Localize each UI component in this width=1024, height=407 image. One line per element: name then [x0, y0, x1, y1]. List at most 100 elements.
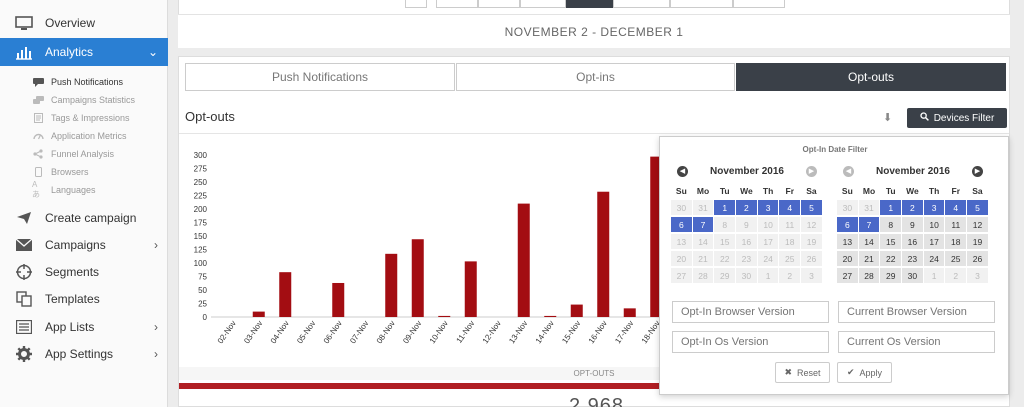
sidebar-item-segments[interactable]: Segments	[0, 259, 168, 285]
calendar-day[interactable]: 1	[880, 200, 903, 216]
chart-bar[interactable]	[570, 304, 583, 317]
subitem-campaigns-statistics[interactable]: Campaigns Statistics	[32, 91, 135, 109]
calendar-day[interactable]: 1	[714, 200, 737, 216]
chart-bar[interactable]	[438, 315, 451, 317]
calendar-day[interactable]: 9	[736, 217, 758, 233]
tab-push-notifications[interactable]: Push Notifications	[185, 63, 455, 91]
calendar-day[interactable]: 8	[714, 217, 737, 233]
calendar-day[interactable]: 2	[902, 200, 924, 216]
calendar-day[interactable]: 11	[945, 217, 968, 233]
calendar-day[interactable]: 20	[671, 251, 693, 267]
calendar-day[interactable]: 3	[923, 200, 946, 216]
devices-filter-button[interactable]: Devices Filter	[907, 108, 1007, 128]
calendar-day[interactable]: 10	[757, 217, 780, 233]
calendar-day[interactable]: 3	[757, 200, 780, 216]
range-button[interactable]	[613, 0, 670, 8]
range-button[interactable]	[436, 0, 478, 8]
calendar-day[interactable]: 21	[858, 251, 881, 267]
calendar-day[interactable]: 28	[858, 268, 881, 284]
chart-bar[interactable]	[597, 191, 610, 317]
download-icon[interactable]: ⬇	[883, 111, 892, 124]
chart-bar[interactable]	[332, 282, 345, 317]
calendar-day[interactable]: 24	[757, 251, 780, 267]
tab-opt-outs[interactable]: Opt-outs	[736, 63, 1006, 91]
subitem-application-metrics[interactable]: Application Metrics	[32, 127, 127, 145]
calendar-day[interactable]: 2	[945, 268, 968, 284]
next-month-icon[interactable]: ▶	[806, 166, 817, 177]
calendar-day[interactable]: 22	[880, 251, 903, 267]
calendar-day[interactable]: 17	[757, 234, 780, 250]
calendar-day[interactable]: 28	[692, 268, 715, 284]
calendar-day[interactable]: 27	[837, 268, 859, 284]
calendar-day[interactable]: 10	[923, 217, 946, 233]
current-os-version-input[interactable]	[838, 331, 995, 353]
sidebar-item-campaigns[interactable]: Campaigns ›	[0, 232, 168, 258]
calendar-day[interactable]: 29	[880, 268, 903, 284]
chart-bar[interactable]	[252, 311, 265, 317]
calendar-day[interactable]: 31	[692, 200, 715, 216]
calendar-day[interactable]: 23	[736, 251, 758, 267]
calendar-day[interactable]: 13	[671, 234, 693, 250]
calendar-day[interactable]: 26	[801, 251, 823, 267]
calendar-day[interactable]: 2	[736, 200, 758, 216]
range-button[interactable]	[733, 0, 785, 8]
optin-os-version-input[interactable]	[672, 331, 829, 353]
chart-bar[interactable]	[623, 308, 636, 317]
calendar-day[interactable]: 4	[779, 200, 802, 216]
calendar-day[interactable]: 25	[779, 251, 802, 267]
calendar-day[interactable]: 8	[880, 217, 903, 233]
calendar-day[interactable]: 1	[923, 268, 946, 284]
prev-month-icon[interactable]: ◀	[677, 166, 688, 177]
calendar-day[interactable]: 31	[858, 200, 881, 216]
optin-browser-version-input[interactable]	[672, 301, 829, 323]
current-browser-version-input[interactable]	[838, 301, 995, 323]
chart-bar[interactable]	[411, 239, 424, 317]
calendar-day[interactable]: 15	[880, 234, 903, 250]
calendar-day[interactable]: 26	[967, 251, 989, 267]
calendar-day[interactable]: 9	[902, 217, 924, 233]
calendar-day[interactable]: 30	[736, 268, 758, 284]
calendar-day[interactable]: 20	[837, 251, 859, 267]
calendar-day[interactable]: 6	[671, 217, 693, 233]
chart-bar[interactable]	[464, 261, 477, 317]
calendar-day[interactable]: 5	[967, 200, 989, 216]
calendar-day[interactable]: 19	[967, 234, 989, 250]
calendar-day[interactable]: 14	[858, 234, 881, 250]
sidebar-item-overview[interactable]: Overview	[0, 10, 168, 36]
calendar-day[interactable]: 5	[801, 200, 823, 216]
calendar-day[interactable]: 11	[779, 217, 802, 233]
subitem-languages[interactable]: Aあ Languages	[32, 180, 96, 199]
calendar-day[interactable]: 16	[902, 234, 924, 250]
calendar-day[interactable]: 17	[923, 234, 946, 250]
calendar-day[interactable]: 23	[902, 251, 924, 267]
calendar-day[interactable]: 6	[837, 217, 859, 233]
apply-button[interactable]: ✔ Apply	[837, 362, 892, 383]
range-button[interactable]	[478, 0, 520, 8]
subitem-tags-impressions[interactable]: Tags & Impressions	[32, 109, 130, 127]
calendar-day[interactable]: 16	[736, 234, 758, 250]
sidebar-item-create-campaign[interactable]: Create campaign	[0, 205, 168, 231]
sidebar-item-analytics[interactable]: Analytics ⌄	[0, 38, 168, 66]
calendar-day[interactable]: 19	[801, 234, 823, 250]
subitem-push-notifications[interactable]: Push Notifications	[32, 73, 123, 91]
sidebar-item-templates[interactable]: Templates	[0, 286, 168, 312]
subitem-browsers[interactable]: Browsers	[32, 163, 89, 181]
calendar-day[interactable]: 18	[779, 234, 802, 250]
calendar-day[interactable]: 22	[714, 251, 737, 267]
subitem-funnel-analysis[interactable]: Funnel Analysis	[32, 145, 114, 163]
calendar-day[interactable]: 15	[714, 234, 737, 250]
reset-button[interactable]: ✖ Reset	[775, 362, 830, 383]
calendar-day[interactable]: 30	[671, 200, 693, 216]
prev-month-icon[interactable]: ◀	[843, 166, 854, 177]
calendar-day[interactable]: 1	[757, 268, 780, 284]
range-button[interactable]	[405, 0, 427, 8]
tab-opt-ins[interactable]: Opt-ins	[456, 63, 735, 91]
calendar-day[interactable]: 24	[923, 251, 946, 267]
next-month-icon[interactable]: ▶	[972, 166, 983, 177]
calendar-day[interactable]: 3	[801, 268, 823, 284]
calendar-day[interactable]: 12	[967, 217, 989, 233]
sidebar-item-app-lists[interactable]: App Lists ›	[0, 314, 168, 340]
chart-bar[interactable]	[544, 315, 557, 317]
calendar-day[interactable]: 25	[945, 251, 968, 267]
calendar-day[interactable]: 29	[714, 268, 737, 284]
